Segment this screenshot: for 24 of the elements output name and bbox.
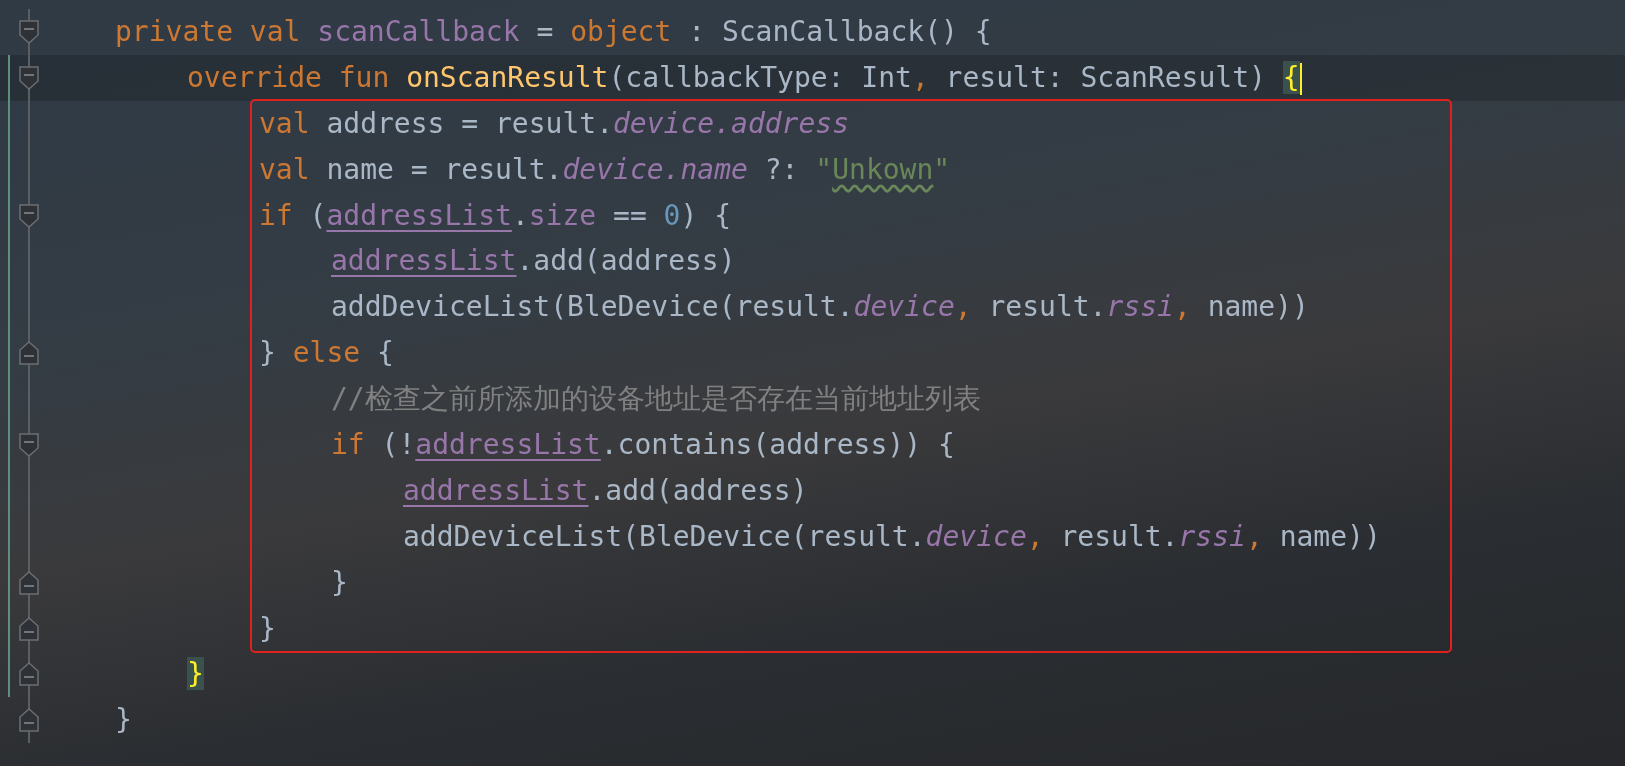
code-line: } (330, 564, 349, 601)
code-line: if (addressList.size == 0) { (258, 197, 733, 234)
code-line: addDeviceList(BleDevice(result.device, result.rssi, name)) (402, 518, 1382, 555)
fold-icon[interactable] (19, 616, 39, 641)
text-cursor (1299, 62, 1302, 95)
code-line: } (258, 610, 277, 647)
fold-icon[interactable] (19, 341, 39, 366)
fold-icon[interactable] (19, 203, 39, 228)
code-line: } else { (258, 335, 395, 372)
code-line: } (115, 702, 133, 739)
fold-icon[interactable] (19, 433, 39, 457)
code-line: //检查之前所添加的设备地址是否存在当前地址列表 (330, 381, 982, 418)
code-line: addDeviceList(BleDevice(result.device, result.rssi, name)) (330, 289, 1310, 326)
fold-icon[interactable] (19, 708, 39, 733)
code-line: private val scanCallback = object : ScanCallback() { (115, 14, 993, 50)
fold-icon[interactable] (19, 65, 39, 90)
code-line: val address = result.device.address (258, 105, 851, 142)
fold-icon[interactable] (19, 20, 39, 44)
fold-icon[interactable] (19, 570, 39, 595)
code-line: addressList.add(address) (330, 243, 737, 280)
code-line: addressList.add(address) (402, 472, 809, 509)
code-line: val name = result.device.name ?: "Unkown" (258, 151, 952, 188)
fold-icon[interactable] (19, 662, 39, 687)
code-line: if (!addressList.contains(address)) { (330, 427, 956, 463)
